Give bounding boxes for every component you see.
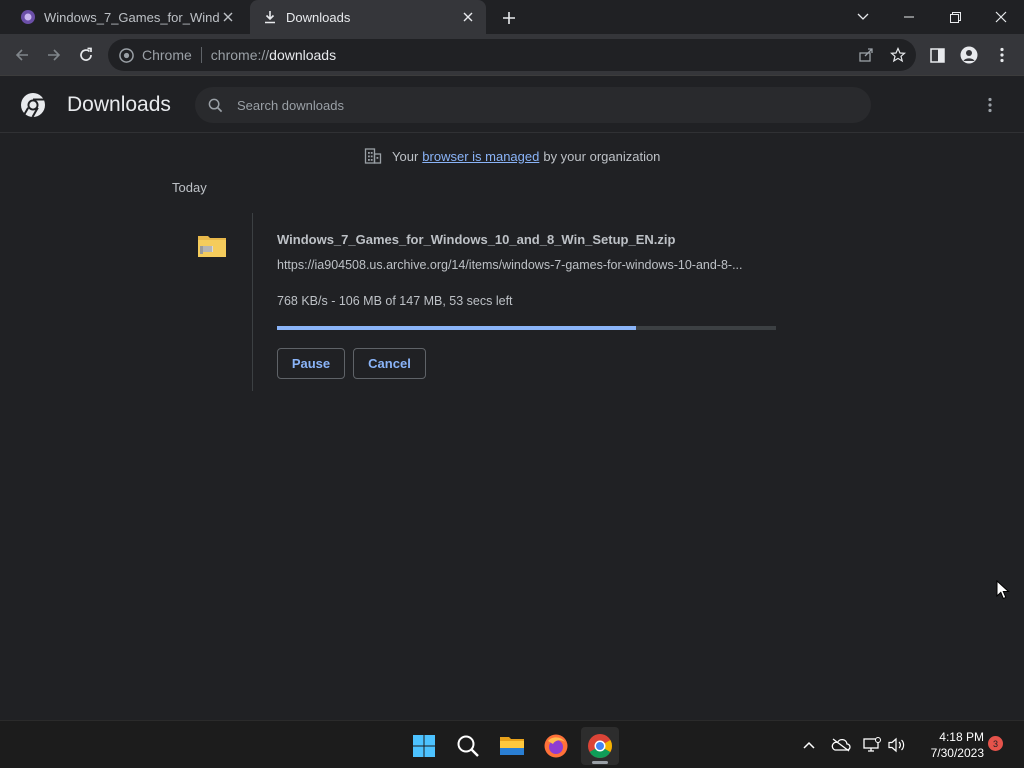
- zip-file-icon[interactable]: [197, 233, 227, 259]
- side-panel-icon[interactable]: [925, 43, 949, 67]
- close-window-button[interactable]: [978, 0, 1024, 34]
- back-button[interactable]: [10, 43, 34, 67]
- tab-downloads[interactable]: Downloads: [250, 0, 486, 34]
- downloads-menu-icon[interactable]: [980, 95, 1000, 115]
- profile-avatar-icon[interactable]: [957, 43, 981, 67]
- chrome-logo-icon: [20, 92, 46, 118]
- minimize-button[interactable]: [886, 0, 932, 34]
- downloads-header: Downloads: [0, 77, 1024, 133]
- archive-org-icon: [20, 9, 36, 25]
- url-text: chrome://downloads: [211, 47, 336, 63]
- page-title: Downloads: [67, 93, 171, 116]
- network-icon[interactable]: [862, 735, 882, 755]
- item-divider: [252, 213, 253, 391]
- new-tab-button[interactable]: [498, 7, 520, 29]
- forward-button[interactable]: [42, 43, 66, 67]
- start-button[interactable]: [405, 727, 443, 765]
- building-icon: [364, 147, 382, 165]
- date-section-label: Today: [172, 180, 207, 195]
- chrome-menu-icon[interactable]: [990, 43, 1014, 67]
- download-icon: [262, 9, 278, 25]
- pause-button[interactable]: Pause: [277, 348, 345, 379]
- show-hidden-icons-icon[interactable]: [799, 735, 819, 755]
- progress-fill: [277, 326, 637, 330]
- managed-text-before: Your: [392, 148, 419, 164]
- clock-date: 7/30/2023: [930, 746, 984, 760]
- mouse-cursor-icon: [996, 579, 1010, 600]
- download-progress-bar: [277, 326, 776, 330]
- file-explorer-icon[interactable]: [493, 727, 531, 765]
- restore-button[interactable]: [932, 0, 978, 34]
- url-host: downloads: [269, 47, 337, 63]
- managed-notice: Your browser is managed by your organiza…: [364, 146, 660, 166]
- browser-toolbar: Chrome chrome://downloads: [0, 34, 1024, 76]
- url-prefix: chrome://: [210, 47, 270, 63]
- download-status: 768 KB/s - 106 MB of 147 MB, 53 secs lef…: [277, 294, 513, 308]
- address-bar[interactable]: Chrome chrome://downloads: [108, 39, 916, 71]
- clock[interactable]: 4:18 PM 7/30/2023: [912, 729, 984, 761]
- download-url[interactable]: https://ia904508.us.archive.org/14/items…: [277, 258, 743, 272]
- tab-strip: Windows_7_Games_for_Windows Downloads: [0, 0, 1024, 34]
- cancel-button[interactable]: Cancel: [353, 348, 426, 379]
- notification-badge[interactable]: 3: [988, 736, 1003, 751]
- active-app-indicator: [592, 761, 608, 764]
- omnibox-separator: [200, 47, 202, 63]
- search-input[interactable]: [237, 97, 837, 113]
- share-icon[interactable]: [854, 43, 878, 67]
- search-icon: [207, 97, 223, 113]
- tab-search-button[interactable]: [840, 0, 886, 34]
- search-bar[interactable]: [195, 87, 871, 123]
- reload-button[interactable]: [74, 43, 98, 67]
- volume-icon[interactable]: [886, 735, 906, 755]
- download-item: Windows_7_Games_for_Windows_10_and_8_Win…: [172, 213, 852, 391]
- tab-title: Downloads: [286, 9, 351, 25]
- managed-text-after: by your organization: [543, 148, 661, 164]
- tab-title: Windows_7_Games_for_Windows: [44, 9, 219, 25]
- bookmark-star-icon[interactable]: [886, 43, 910, 67]
- download-filename[interactable]: Windows_7_Games_for_Windows_10_and_8_Win…: [277, 232, 675, 247]
- chrome-icon[interactable]: [118, 47, 134, 63]
- managed-link[interactable]: browser is managed: [422, 149, 539, 164]
- search-taskbar-icon[interactable]: [449, 727, 487, 765]
- close-tab-icon[interactable]: [460, 9, 476, 25]
- firefox-icon[interactable]: [537, 727, 575, 765]
- taskbar: 4:18 PM 7/30/2023: [0, 720, 1024, 768]
- clock-time: 4:18 PM: [939, 730, 984, 744]
- close-tab-icon[interactable]: [220, 9, 236, 25]
- tab-archive[interactable]: Windows_7_Games_for_Windows: [8, 0, 246, 34]
- chrome-taskbar-icon[interactable]: [581, 727, 619, 765]
- onedrive-offline-icon[interactable]: [831, 735, 851, 755]
- omnibox-chip: Chrome: [142, 47, 192, 63]
